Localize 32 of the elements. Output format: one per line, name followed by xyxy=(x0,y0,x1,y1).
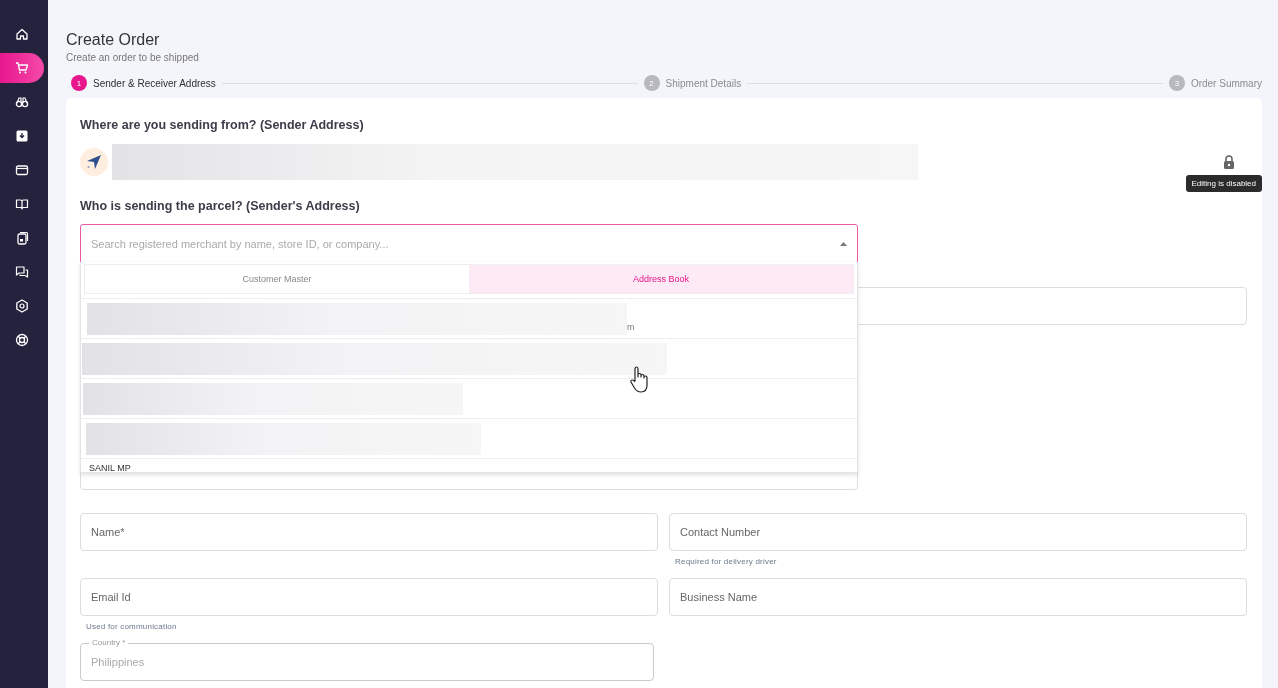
documents-icon xyxy=(15,231,29,245)
tab[interactable]: Address Book xyxy=(469,265,853,293)
lifebuoy-icon xyxy=(15,333,29,347)
step-number[interactable]: 1 xyxy=(71,75,87,91)
binoculars-icon xyxy=(15,95,29,109)
search-field[interactable]: Search registered merchant by name, store ID, or company... xyxy=(80,224,858,264)
sidebar-item[interactable] xyxy=(0,53,44,83)
step-label[interactable]: Order Summary xyxy=(1190,77,1262,89)
inbox-icon xyxy=(15,129,29,143)
result-text: m xyxy=(627,322,635,332)
settings-icon xyxy=(15,299,29,313)
input-field[interactable]: Email Id xyxy=(80,578,658,616)
helper-text: Required for delivery driver xyxy=(675,557,778,566)
step-label[interactable]: Sender & Receiver Address xyxy=(93,77,216,89)
chat-icon xyxy=(15,265,29,279)
home-icon xyxy=(15,27,29,41)
page-title: Create Order xyxy=(66,31,161,49)
navigation-icon xyxy=(80,148,108,176)
input-field[interactable]: Contact Number xyxy=(669,513,1247,551)
page-subtitle: Create an order to be shipped xyxy=(66,52,200,63)
tab[interactable]: Customer Master xyxy=(85,265,469,293)
section-heading: Who is sending the parcel? (Sender's Address) xyxy=(80,199,361,213)
helper-text: Used for communication xyxy=(86,622,178,631)
result-name[interactable]: SANIL MP xyxy=(89,463,131,472)
wallet-icon xyxy=(15,163,29,177)
step-label[interactable]: Shipment Details xyxy=(665,77,742,89)
tooltip: Editing is disabled xyxy=(1185,175,1262,192)
book-icon xyxy=(15,197,29,211)
input-field[interactable]: Business Name xyxy=(669,578,1247,616)
input-field[interactable]: Name* xyxy=(80,513,658,551)
section-heading: Where are you sending from? (Sender Address) xyxy=(80,118,365,132)
cart-icon xyxy=(15,61,29,75)
